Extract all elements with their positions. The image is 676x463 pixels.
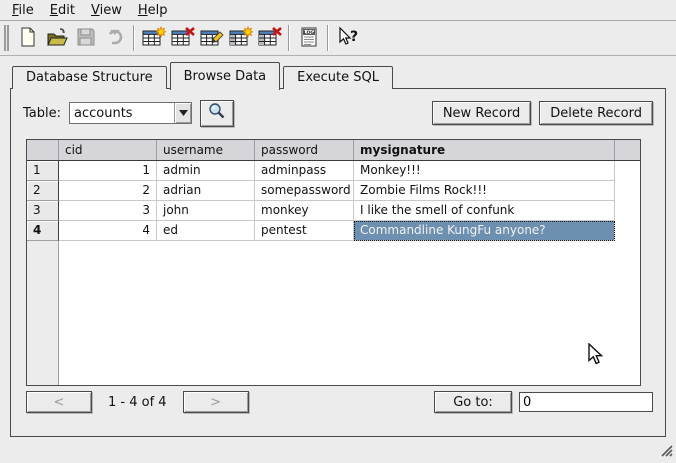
menu-edit[interactable]: Edit	[42, 1, 83, 20]
revert-changes-button	[100, 24, 129, 52]
previous-page-button: <	[26, 391, 92, 413]
table-row-selected: 4 4 ed pentest Commandline KungFu anyone…	[27, 221, 640, 241]
mouse-cursor	[588, 343, 605, 370]
column-header-password[interactable]: password	[255, 140, 354, 160]
save-database-button	[71, 24, 100, 52]
data-grid: cid username password mysignature 1 1 ad…	[26, 139, 641, 386]
delete-table-button[interactable]	[168, 24, 197, 52]
toolbar-separator	[327, 25, 329, 51]
cell-cid[interactable]: 4	[59, 221, 157, 241]
row-number[interactable]: 1	[27, 161, 59, 181]
new-file-icon	[17, 26, 39, 51]
table-select-value: accounts	[70, 106, 174, 121]
menu-view[interactable]: View	[83, 1, 130, 20]
grid-corner-cell	[27, 140, 59, 160]
browse-data-panel: Table: accounts New Record Delete Rec	[10, 88, 666, 437]
menu-help[interactable]: Help	[130, 1, 176, 20]
svg-text:?: ?	[349, 29, 357, 45]
cell-password[interactable]: pentest	[255, 221, 354, 241]
toolbar-handle[interactable]	[4, 25, 9, 51]
column-header-cid[interactable]: cid	[59, 140, 157, 160]
grid-empty-space	[59, 241, 640, 385]
cell-password[interactable]: adminpass	[255, 161, 354, 181]
tab-execute-sql[interactable]: Execute SQL	[283, 66, 393, 89]
log-icon: LOG	[298, 26, 320, 51]
create-table-button[interactable]	[139, 24, 168, 52]
table-row: 3 3 john monkey I like the smell of conf…	[27, 201, 640, 221]
table-row: 1 1 admin adminpass Monkey!!!	[27, 161, 640, 181]
cell-username[interactable]: admin	[157, 161, 255, 181]
grid-empty-area	[27, 241, 640, 385]
sql-log-button[interactable]: LOG	[294, 24, 323, 52]
goto-input[interactable]	[519, 392, 653, 412]
cell-username[interactable]: adrian	[157, 181, 255, 201]
row-number[interactable]: 4	[27, 221, 59, 241]
column-header-username[interactable]: username	[157, 140, 255, 160]
delete-table-icon	[171, 26, 195, 51]
cell-cid[interactable]: 2	[59, 181, 157, 201]
open-database-button[interactable]	[42, 24, 71, 52]
toolbar-separator	[288, 25, 290, 51]
new-database-button[interactable]	[13, 24, 42, 52]
new-record-button[interactable]: New Record	[432, 101, 531, 125]
magnifier-icon	[207, 101, 227, 125]
search-button[interactable]	[200, 100, 234, 127]
tab-database-structure[interactable]: Database Structure	[12, 66, 167, 89]
cell-mysignature[interactable]: Monkey!!!	[354, 161, 615, 181]
cell-mysignature[interactable]: Zombie Films Rock!!!	[354, 181, 615, 201]
cell-password[interactable]: somepassword	[255, 181, 354, 201]
create-index-icon	[229, 26, 253, 51]
modify-table-icon	[200, 26, 224, 51]
cell-username[interactable]: ed	[157, 221, 255, 241]
record-range-label: 1 - 4 of 4	[108, 395, 167, 410]
cell-cid[interactable]: 1	[59, 161, 157, 181]
delete-record-button[interactable]: Delete Record	[539, 101, 653, 125]
row-number[interactable]: 2	[27, 181, 59, 201]
table-select[interactable]: accounts	[69, 102, 192, 124]
grid-header-row: cid username password mysignature	[27, 140, 640, 161]
cell-password[interactable]: monkey	[255, 201, 354, 221]
create-table-icon	[142, 26, 166, 51]
whats-this-icon: ?	[336, 26, 360, 51]
menu-bar: File Edit View Help	[0, 0, 676, 21]
row-header-strip	[27, 241, 59, 385]
grid-header-filler	[615, 140, 640, 160]
resize-grip-icon[interactable]	[659, 443, 673, 460]
row-number[interactable]: 3	[27, 201, 59, 221]
menu-file[interactable]: File	[4, 1, 42, 20]
toolbar-separator	[133, 25, 135, 51]
save-icon	[75, 26, 97, 51]
whats-this-button[interactable]: ?	[333, 24, 362, 52]
table-label: Table:	[23, 106, 61, 121]
delete-index-button[interactable]	[255, 24, 284, 52]
modify-table-button[interactable]	[197, 24, 226, 52]
next-page-button: >	[183, 391, 249, 413]
toolbar: LOG ?	[0, 21, 676, 56]
column-header-mysignature[interactable]: mysignature	[354, 140, 615, 160]
svg-text:LOG: LOG	[303, 29, 314, 35]
tab-bar: Database Structure Browse Data Execute S…	[12, 61, 396, 89]
pager-row: < 1 - 4 of 4 > Go to:	[26, 390, 653, 414]
table-controls-row: Table: accounts New Record Delete Rec	[23, 99, 653, 127]
app-window: File Edit View Help	[0, 0, 676, 463]
delete-index-icon	[258, 26, 282, 51]
create-index-button[interactable]	[226, 24, 255, 52]
table-row: 2 2 adrian somepassword Zombie Films Roc…	[27, 181, 640, 201]
tab-browse-data[interactable]: Browse Data	[170, 62, 281, 90]
chevron-down-icon[interactable]	[174, 103, 191, 123]
cell-mysignature-selected[interactable]: Commandline KungFu anyone?	[354, 221, 615, 241]
cell-cid[interactable]: 3	[59, 201, 157, 221]
goto-button[interactable]: Go to:	[434, 391, 512, 413]
undo-arrow-icon	[104, 26, 126, 51]
cell-mysignature[interactable]: I like the smell of confunk	[354, 201, 615, 221]
open-folder-icon	[46, 26, 68, 51]
cell-username[interactable]: john	[157, 201, 255, 221]
